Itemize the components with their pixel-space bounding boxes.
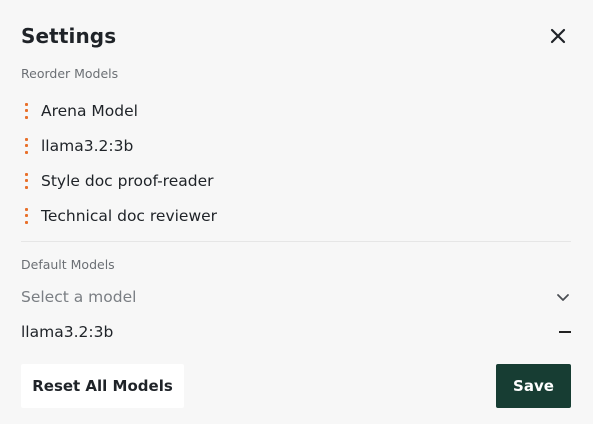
select-placeholder: Select a model bbox=[21, 288, 137, 306]
default-model-select[interactable]: Select a model bbox=[21, 284, 571, 310]
minus-icon bbox=[559, 331, 571, 333]
drag-handle-icon[interactable] bbox=[21, 137, 41, 154]
model-name: llama3.2:3b bbox=[41, 136, 134, 155]
save-button[interactable]: Save bbox=[496, 364, 571, 408]
list-item[interactable]: Style doc proof-reader bbox=[21, 163, 581, 198]
drag-handle-icon[interactable] bbox=[21, 172, 41, 189]
chevron-down-icon bbox=[555, 289, 571, 305]
section-divider bbox=[21, 241, 571, 242]
close-button[interactable] bbox=[548, 26, 568, 46]
model-name: Arena Model bbox=[41, 101, 138, 120]
list-item[interactable]: llama3.2:3b bbox=[21, 128, 581, 163]
close-icon bbox=[550, 28, 566, 44]
page-title: Settings bbox=[21, 24, 117, 48]
default-model-row: llama3.2:3b bbox=[21, 319, 571, 345]
remove-default-model-button[interactable] bbox=[555, 324, 571, 340]
default-models-label: Default Models bbox=[21, 257, 115, 272]
model-name: Style doc proof-reader bbox=[41, 171, 214, 190]
drag-handle-icon[interactable] bbox=[21, 102, 41, 119]
list-item[interactable]: Technical doc reviewer bbox=[21, 198, 581, 233]
reorder-model-list: Arena Model llama3.2:3b Style doc proof-… bbox=[21, 93, 581, 233]
model-name: Technical doc reviewer bbox=[41, 206, 218, 225]
settings-panel: Settings Reorder Models Arena Model llam… bbox=[0, 0, 593, 424]
reset-all-models-button[interactable]: Reset All Models bbox=[21, 364, 184, 408]
drag-handle-icon[interactable] bbox=[21, 207, 41, 224]
default-model-name: llama3.2:3b bbox=[21, 323, 114, 341]
list-item[interactable]: Arena Model bbox=[21, 93, 581, 128]
reorder-models-label: Reorder Models bbox=[21, 66, 119, 81]
